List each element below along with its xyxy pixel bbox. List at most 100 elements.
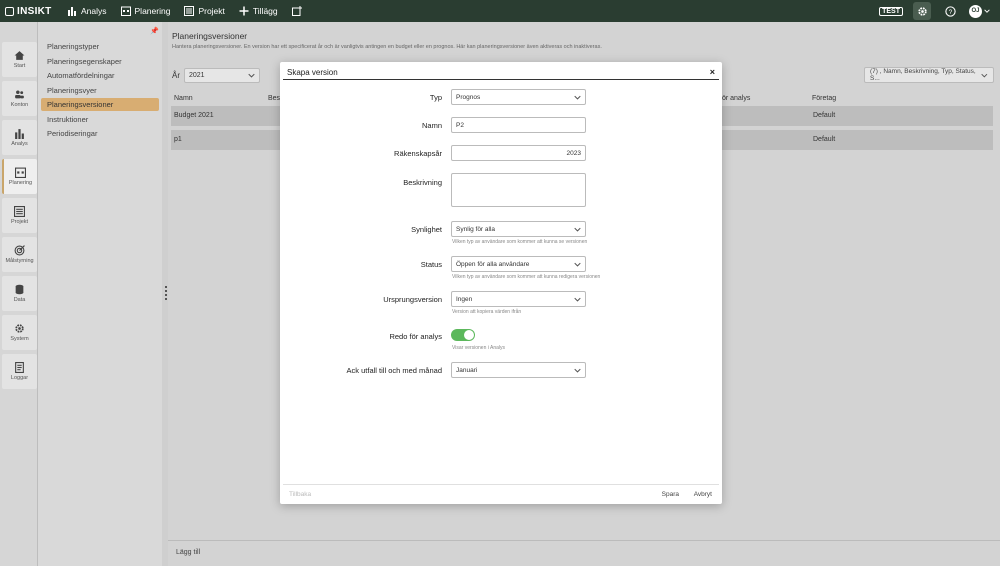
namn-label: Namn xyxy=(421,121,442,130)
column-header-beskrivning[interactable]: Bes xyxy=(268,95,280,102)
column-header-foretag[interactable]: Företag xyxy=(812,95,836,102)
submenu-item-planeringsegenskaper[interactable]: Planeringsegenskaper xyxy=(41,55,159,68)
chevron-down-icon xyxy=(574,368,581,373)
year-filter: År 2021 xyxy=(172,68,260,83)
list-icon xyxy=(184,6,195,16)
chevron-down-icon xyxy=(574,227,581,232)
status-select[interactable]: Öppen för alla användare xyxy=(451,256,586,272)
nav-projekt[interactable]: Projekt xyxy=(177,0,231,22)
status-hint: Vilken typ av användare som kommer att k… xyxy=(452,274,601,280)
nav-planering[interactable]: Planering xyxy=(114,0,178,22)
close-icon[interactable]: × xyxy=(710,67,715,77)
chevron-down-icon xyxy=(574,95,581,100)
status-label: Status xyxy=(420,260,442,269)
calendar-icon xyxy=(15,167,26,178)
submenu-item-instruktioner[interactable]: Instruktioner xyxy=(41,113,159,126)
submenu-item-planeringsversioner[interactable]: Planeringsversioner xyxy=(41,98,159,111)
cancel-button[interactable]: Avbryt xyxy=(694,491,712,498)
year-select[interactable]: 2021 xyxy=(184,68,260,83)
dialog-footer: Tillbaka Spara Avbryt xyxy=(283,484,719,502)
add-button[interactable]: Lägg till xyxy=(176,549,200,556)
rail-item-start[interactable]: Start xyxy=(2,42,37,77)
database-icon xyxy=(15,284,24,295)
ack-utfall-select[interactable]: Januari xyxy=(451,362,586,378)
synlighet-hint: Vilken typ av användare som kommer att k… xyxy=(452,239,588,245)
synlighet-label: Synlighet xyxy=(411,225,442,234)
ursprungsversion-label: Ursprungsversion xyxy=(383,295,442,304)
plus-icon xyxy=(239,6,249,16)
help-icon: ? xyxy=(944,5,956,17)
beskrivning-label: Beskrivning xyxy=(403,178,442,187)
target-icon xyxy=(14,245,25,256)
logo[interactable]: INSIKT xyxy=(0,6,60,17)
submenu-panel: 📌 Planeringstyper Planeringsegenskaper A… xyxy=(38,22,162,566)
column-filter-select[interactable]: (7) , Namn, Beskrivning, Typ, Status, S.… xyxy=(864,67,994,83)
table-footer: Lägg till xyxy=(168,540,1000,566)
help-button[interactable]: ? xyxy=(941,2,959,20)
rail-item-data[interactable]: Data xyxy=(2,276,37,311)
dialog-header: Skapa version × xyxy=(283,65,719,80)
dialog-title: Skapa version xyxy=(287,67,338,77)
redo-for-analys-label: Redo för analys xyxy=(389,332,442,341)
bar-chart-icon xyxy=(68,7,76,16)
rakenskapsar-label: Räkenskapsår xyxy=(394,149,442,158)
panel-resize-handle[interactable] xyxy=(165,286,167,302)
chevron-down-icon xyxy=(981,73,988,77)
left-rail: Start Konton Analys Planering Projekt Må… xyxy=(0,22,38,566)
settings-button[interactable] xyxy=(913,2,931,20)
rail-item-konton[interactable]: Konton xyxy=(2,81,37,116)
test-badge: TEST xyxy=(879,6,903,16)
back-button[interactable]: Tillbaka xyxy=(289,491,311,498)
typ-select[interactable]: Prognos xyxy=(451,89,586,105)
chevron-down-icon xyxy=(574,297,581,302)
ursprungsversion-hint: Version att kopiera värden ifrån xyxy=(452,309,522,315)
beskrivning-textarea[interactable] xyxy=(451,173,586,207)
svg-text:?: ? xyxy=(948,9,952,16)
redo-for-analys-toggle[interactable] xyxy=(451,329,475,341)
nav-tillagg[interactable]: Tillägg xyxy=(232,0,285,22)
rakenskapsar-input[interactable]: 2023 xyxy=(451,145,586,161)
top-bar: INSIKT Analys Planering Projekt Tillägg … xyxy=(0,0,1000,22)
create-version-dialog: Skapa version × Typ Prognos Namn P2 Räke… xyxy=(280,62,722,504)
nav-analys[interactable]: Analys xyxy=(60,0,114,22)
ursprungsversion-select[interactable]: Ingen xyxy=(451,291,586,307)
save-button[interactable]: Spara xyxy=(662,491,679,498)
list-icon xyxy=(14,206,25,217)
year-label: År xyxy=(172,71,180,80)
page-title: Planeringsversioner xyxy=(172,31,248,41)
calendar-icon xyxy=(120,6,131,16)
column-header-namn[interactable]: Namn xyxy=(174,95,193,102)
logo-icon xyxy=(5,6,14,16)
namn-input[interactable]: P2 xyxy=(451,117,586,133)
user-menu[interactable]: OJ xyxy=(969,4,990,18)
pin-icon[interactable]: 📌 xyxy=(150,27,159,35)
redo-for-analys-hint: Visar versionen i Analys xyxy=(452,345,505,351)
rail-item-system[interactable]: System xyxy=(2,315,37,350)
column-header-redo-for-analys[interactable]: för analys xyxy=(720,95,750,102)
gear-icon xyxy=(15,324,24,333)
page-description: Hantera planeringsversioner. En version … xyxy=(172,44,602,50)
avatar: OJ xyxy=(969,4,982,18)
chevron-down-icon xyxy=(574,262,581,267)
home-icon xyxy=(14,51,25,60)
gear-icon xyxy=(917,6,927,16)
submenu-item-periodiseringar[interactable]: Periodiseringar xyxy=(41,127,159,140)
rail-item-planering[interactable]: Planering xyxy=(2,159,37,194)
rail-item-analys[interactable]: Analys xyxy=(2,120,37,155)
bar-chart-icon xyxy=(15,129,24,139)
rail-item-malstyrning[interactable]: Målstyrning xyxy=(2,237,37,272)
users-icon xyxy=(15,90,24,99)
log-icon xyxy=(15,362,24,373)
submenu-item-automatfordelningar[interactable]: Automatfördelningar xyxy=(41,69,159,82)
ack-utfall-label: Ack utfall till och med månad xyxy=(346,366,442,375)
synlighet-select[interactable]: Synlig för alla xyxy=(451,221,586,237)
submenu-item-planeringsvyer[interactable]: Planeringsvyer xyxy=(41,84,159,97)
chevron-down-icon xyxy=(248,73,255,78)
new-window-icon xyxy=(291,6,302,16)
submenu-item-planeringstyper[interactable]: Planeringstyper xyxy=(41,40,159,53)
chevron-down-icon xyxy=(984,9,990,13)
typ-label: Typ xyxy=(429,93,442,102)
rail-item-loggar[interactable]: Loggar xyxy=(2,354,37,389)
new-window-button[interactable] xyxy=(285,0,309,22)
rail-item-projekt[interactable]: Projekt xyxy=(2,198,37,233)
